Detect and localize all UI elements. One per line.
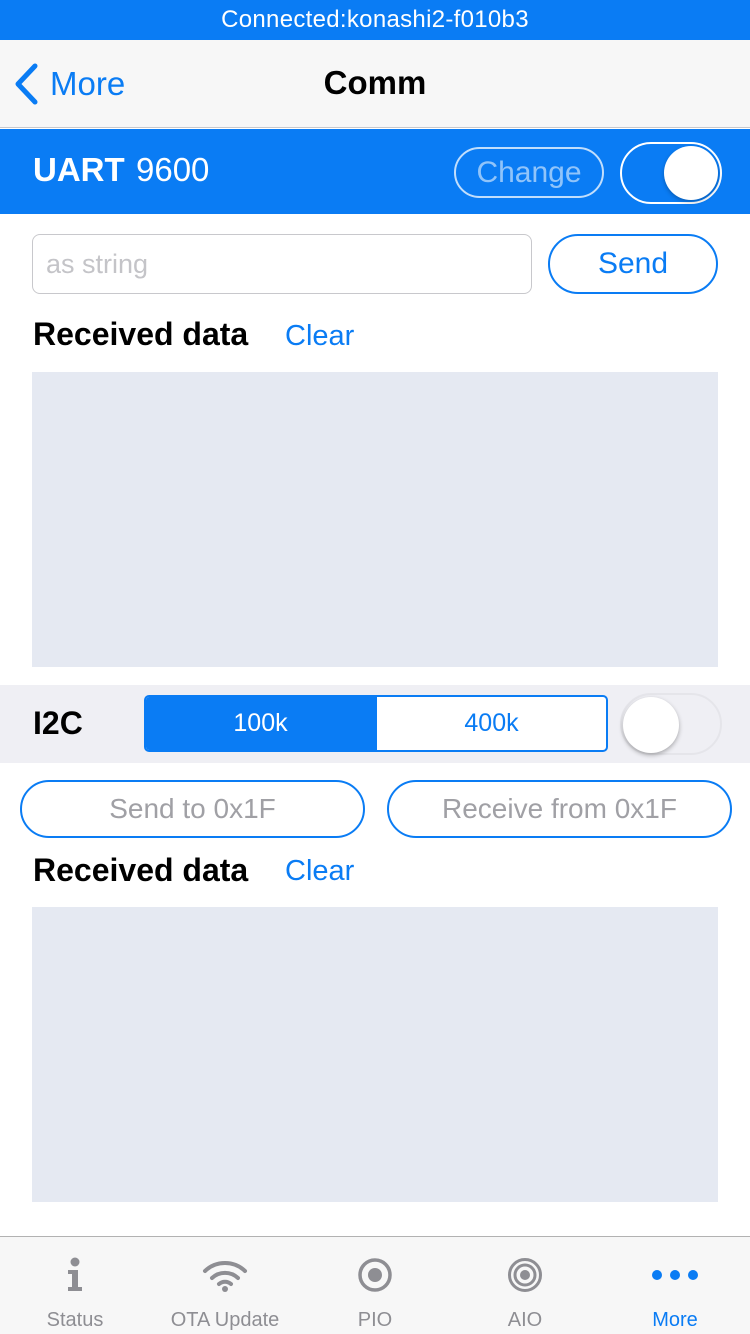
tab-label: Status bbox=[46, 1309, 104, 1331]
uart-clear-button[interactable]: Clear bbox=[285, 320, 354, 353]
uart-received-heading: Received data bbox=[33, 316, 249, 352]
tab-pio[interactable]: PIO bbox=[300, 1237, 450, 1334]
i2c-speed-selector: 100k 400k bbox=[144, 695, 608, 752]
toggle-knob bbox=[623, 697, 679, 753]
uart-send-input[interactable] bbox=[32, 234, 532, 294]
change-baud-button[interactable]: Change bbox=[454, 147, 604, 198]
i2c-speed-400k[interactable]: 400k bbox=[375, 697, 606, 750]
tab-aio[interactable]: AIO bbox=[450, 1237, 600, 1334]
more-icon bbox=[645, 1255, 705, 1295]
wifi-icon bbox=[195, 1255, 255, 1295]
uart-send-button[interactable]: Send bbox=[548, 234, 718, 294]
uart-toggle[interactable] bbox=[620, 142, 722, 204]
i2c-receive-button[interactable]: Receive from 0x1F bbox=[387, 780, 732, 838]
i2c-speed-100k[interactable]: 100k bbox=[146, 697, 375, 750]
toggle-knob bbox=[664, 146, 718, 200]
i2c-clear-button[interactable]: Clear bbox=[285, 855, 354, 888]
i2c-toggle[interactable] bbox=[620, 693, 722, 755]
tab-more[interactable]: More bbox=[600, 1237, 750, 1334]
pio-icon bbox=[345, 1255, 405, 1295]
aio-icon bbox=[495, 1255, 555, 1295]
tab-status[interactable]: Status bbox=[0, 1237, 150, 1334]
tab-label: PIO bbox=[357, 1309, 393, 1331]
connection-status-text: Connected:konashi2-f010b3 bbox=[221, 6, 529, 33]
page-title: Comm bbox=[323, 64, 427, 101]
uart-baud-rate: 9600 bbox=[136, 151, 210, 188]
i2c-label: I2C bbox=[33, 705, 83, 741]
info-icon bbox=[45, 1255, 105, 1295]
navigation-bar: More Comm bbox=[0, 40, 750, 128]
i2c-header: I2C 100k 400k bbox=[0, 685, 750, 763]
tab-label: AIO bbox=[507, 1309, 543, 1331]
tab-label: OTA Update bbox=[170, 1309, 280, 1331]
tab-ota-update[interactable]: OTA Update bbox=[150, 1237, 300, 1334]
tab-label: More bbox=[652, 1309, 698, 1331]
i2c-send-button[interactable]: Send to 0x1F bbox=[20, 780, 365, 838]
uart-label: UART bbox=[33, 151, 125, 188]
i2c-received-heading: Received data bbox=[33, 852, 249, 888]
uart-header: UART 9600 Change bbox=[0, 129, 750, 214]
tab-bar: Status OTA Update PIO AIO More bbox=[0, 1236, 750, 1334]
uart-received-data-area[interactable] bbox=[32, 372, 718, 667]
connection-status-bar: Connected:konashi2-f010b3 bbox=[0, 0, 750, 40]
i2c-received-data-area[interactable] bbox=[32, 907, 718, 1202]
